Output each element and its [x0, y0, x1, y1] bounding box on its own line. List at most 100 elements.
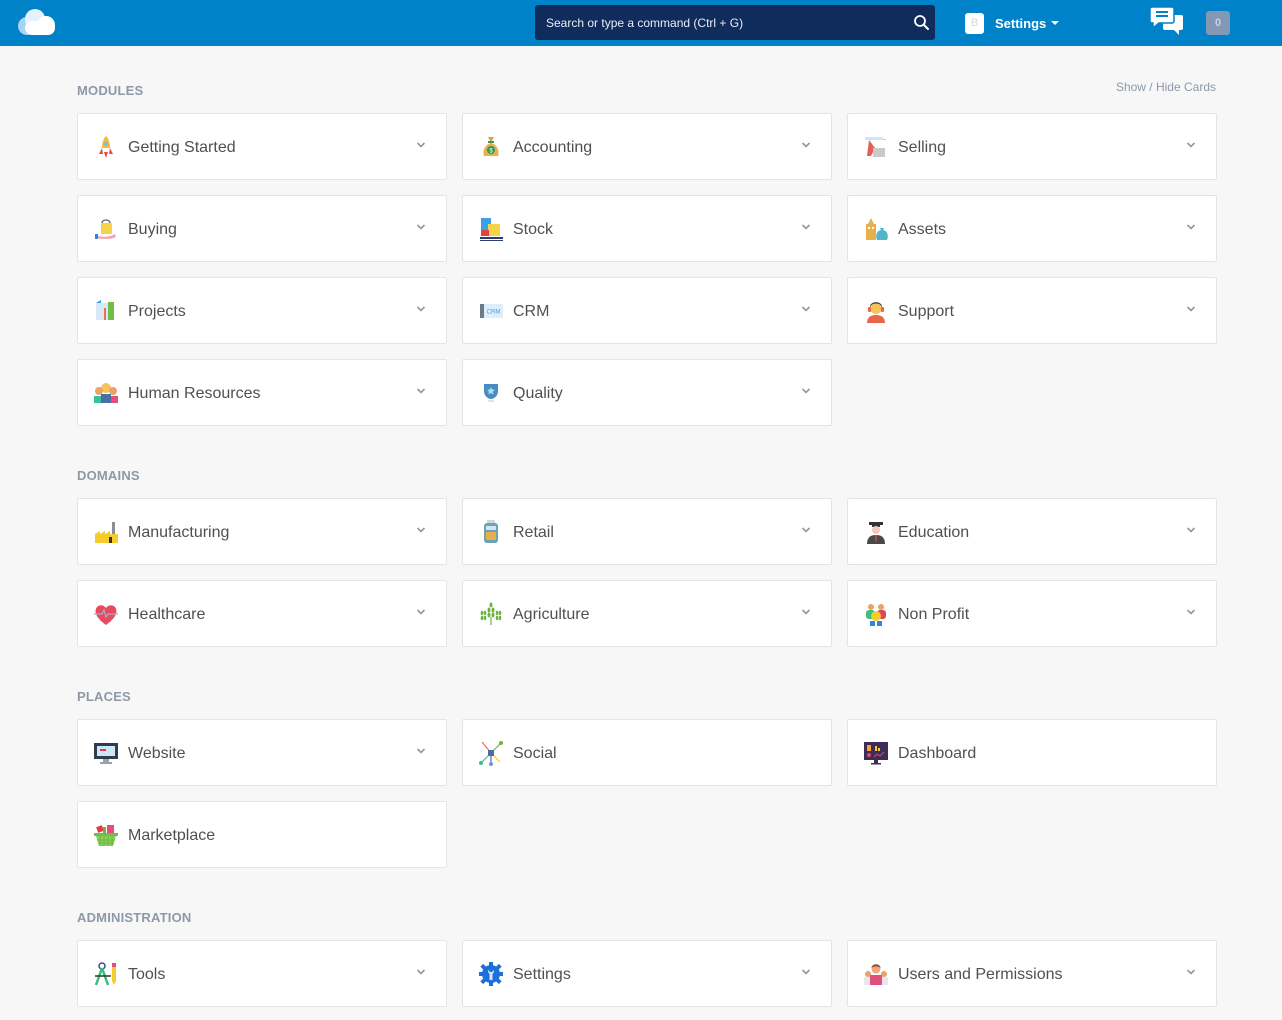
card-label: Users and Permissions — [898, 966, 1063, 983]
card-manufacturing[interactable]: Manufacturing — [77, 498, 447, 565]
chevron-down-icon[interactable] — [1186, 305, 1196, 313]
card-label: Human Resources — [128, 385, 261, 402]
card-label: Buying — [128, 221, 177, 238]
heart-pulse-icon — [93, 601, 119, 627]
card-website[interactable]: Website — [77, 719, 447, 786]
caret-down-icon — [1051, 21, 1060, 25]
chevron-down-icon[interactable] — [416, 223, 426, 231]
projects-icon — [93, 298, 119, 324]
chevron-down-icon[interactable] — [801, 387, 811, 395]
chevron-down-icon[interactable] — [416, 747, 426, 755]
card-label: Social — [513, 745, 557, 762]
chevron-down-icon[interactable] — [1186, 608, 1196, 616]
pos-terminal-icon — [478, 519, 504, 545]
card-label: Agriculture — [513, 606, 590, 623]
section-title-modules: MODULES — [77, 83, 144, 98]
card-buying[interactable]: Buying — [77, 195, 447, 262]
card-agriculture[interactable]: Agriculture — [462, 580, 832, 647]
compass-pencil-icon — [93, 961, 119, 987]
card-label: Quality — [513, 385, 563, 402]
card-marketplace[interactable]: Marketplace — [77, 801, 447, 868]
card-label: Website — [128, 745, 186, 762]
card-label: Stock — [513, 221, 554, 238]
card-getting-started[interactable]: Getting Started — [77, 113, 447, 180]
chevron-down-icon[interactable] — [801, 305, 811, 313]
card-tools[interactable]: Tools — [77, 940, 447, 1007]
chevron-down-icon[interactable] — [416, 968, 426, 976]
chevron-down-icon[interactable] — [1186, 141, 1196, 149]
settings-label: Settings — [995, 15, 1047, 31]
trophy-icon — [478, 380, 504, 406]
card-dashboard[interactable]: Dashboard — [847, 719, 1217, 786]
show-hide-cards-link[interactable]: Show / Hide Cards — [1116, 80, 1216, 94]
chevron-down-icon[interactable] — [416, 387, 426, 395]
chevron-down-icon[interactable] — [416, 608, 426, 616]
card-healthcare[interactable]: Healthcare — [77, 580, 447, 647]
chevron-down-icon[interactable] — [1186, 526, 1196, 534]
card-projects[interactable]: Projects — [77, 277, 447, 344]
rocket-icon — [93, 134, 119, 160]
card-quality[interactable]: Quality — [462, 359, 832, 426]
card-human-resources[interactable]: Human Resources — [77, 359, 447, 426]
chevron-down-icon[interactable] — [801, 526, 811, 534]
card-label: Marketplace — [128, 827, 216, 844]
card-label: Manufacturing — [128, 524, 230, 541]
settings-dropdown[interactable]: B Settings — [965, 12, 1060, 34]
card-label: Non Profit — [898, 606, 970, 623]
card-crm[interactable]: CRM — [462, 277, 832, 344]
monitor-icon — [93, 740, 119, 766]
gear-wrench-icon — [478, 961, 504, 987]
crm-icon — [478, 298, 504, 324]
card-label: Dashboard — [898, 745, 977, 762]
chevron-down-icon[interactable] — [801, 608, 811, 616]
chevron-down-icon[interactable] — [416, 141, 426, 149]
card-label: CRM — [513, 303, 550, 320]
section-title-places: PLACES — [77, 689, 131, 704]
notification-badge[interactable]: 0 — [1206, 11, 1230, 35]
chevron-down-icon[interactable] — [801, 223, 811, 231]
search-input[interactable]: Search or type a command (Ctrl + G) — [546, 16, 743, 30]
card-label: Getting Started — [128, 139, 236, 156]
basket-icon — [93, 822, 119, 848]
stock-boxes-icon — [478, 216, 504, 242]
card-label: Support — [898, 303, 955, 320]
card-social[interactable]: Social — [462, 719, 832, 786]
card-assets[interactable]: Assets — [847, 195, 1217, 262]
chevron-down-icon[interactable] — [801, 141, 811, 149]
search-bar[interactable]: Search or type a command (Ctrl + G) — [535, 5, 935, 40]
card-non-profit[interactable]: Non Profit — [847, 580, 1217, 647]
graduate-icon — [863, 519, 889, 545]
people-icon — [93, 380, 119, 406]
card-users-and-permissions[interactable]: Users and Permissions — [847, 940, 1217, 1007]
card-label: Retail — [513, 524, 554, 541]
card-accounting[interactable]: Accounting — [462, 113, 832, 180]
chevron-down-icon[interactable] — [416, 305, 426, 313]
chevron-down-icon[interactable] — [801, 968, 811, 976]
card-education[interactable]: Education — [847, 498, 1217, 565]
avatar[interactable]: B — [965, 12, 984, 34]
section-title-administration: ADMINISTRATION — [77, 910, 192, 925]
wheat-icon — [478, 601, 504, 627]
card-label: Projects — [128, 303, 186, 320]
card-retail[interactable]: Retail — [462, 498, 832, 565]
chevron-down-icon[interactable] — [1186, 968, 1196, 976]
search-icon[interactable] — [913, 14, 930, 31]
card-stock[interactable]: Stock — [462, 195, 832, 262]
card-label: Healthcare — [128, 606, 206, 623]
community-icon — [863, 601, 889, 627]
card-label: Education — [898, 524, 970, 541]
cloud-logo-icon[interactable] — [17, 7, 57, 37]
card-settings[interactable]: Settings — [462, 940, 832, 1007]
support-agent-icon — [863, 298, 889, 324]
card-support[interactable]: Support — [847, 277, 1217, 344]
dashboard-screen-icon — [863, 740, 889, 766]
chevron-down-icon[interactable] — [1186, 223, 1196, 231]
shopping-bag-icon — [93, 216, 119, 242]
navbar: Search or type a command (Ctrl + G) B Se… — [0, 0, 1282, 46]
card-label: Selling — [898, 139, 947, 156]
chevron-down-icon[interactable] — [416, 526, 426, 534]
card-selling[interactable]: Selling — [847, 113, 1217, 180]
money-bag-icon — [478, 134, 504, 160]
chat-icon[interactable] — [1150, 6, 1184, 36]
section-title-domains: DOMAINS — [77, 468, 140, 483]
